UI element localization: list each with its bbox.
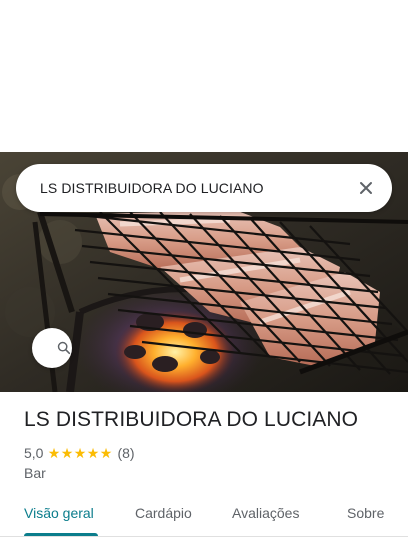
tabs-divider: [0, 536, 408, 537]
place-category[interactable]: Bar: [24, 465, 46, 481]
tab-menu[interactable]: Cardápio: [135, 490, 192, 536]
search-input[interactable]: LS DISTRIBUIDORA DO LUCIANO: [40, 180, 346, 196]
star-rating: ★ ★ ★ ★ ★: [47, 445, 113, 461]
review-count[interactable]: (8): [117, 445, 134, 461]
star-icon: ★: [47, 445, 61, 461]
place-tabs: Visão geral Cardápio Avaliações Sobre: [0, 490, 408, 538]
tab-reviews[interactable]: Avaliações: [232, 490, 299, 536]
close-icon: [360, 182, 372, 194]
place-page: LS DISTRIBUIDORA DO LUCIANO LS DISTRIBUI…: [0, 0, 408, 544]
tab-overview[interactable]: Visão geral: [24, 490, 94, 536]
star-icon: ★: [60, 445, 74, 461]
search-icon: [57, 341, 71, 355]
clear-search-button[interactable]: [346, 168, 386, 208]
rating-row[interactable]: 5,0 ★ ★ ★ ★ ★ (8): [24, 444, 135, 462]
star-icon: ★: [86, 445, 100, 461]
search-button[interactable]: [32, 328, 72, 368]
tab-about[interactable]: Sobre: [347, 490, 384, 536]
star-icon: ★: [99, 445, 113, 461]
star-icon: ★: [73, 445, 87, 461]
rating-value: 5,0: [24, 445, 44, 461]
search-bar[interactable]: LS DISTRIBUIDORA DO LUCIANO: [16, 164, 392, 368]
place-title: LS DISTRIBUIDORA DO LUCIANO: [24, 408, 359, 431]
